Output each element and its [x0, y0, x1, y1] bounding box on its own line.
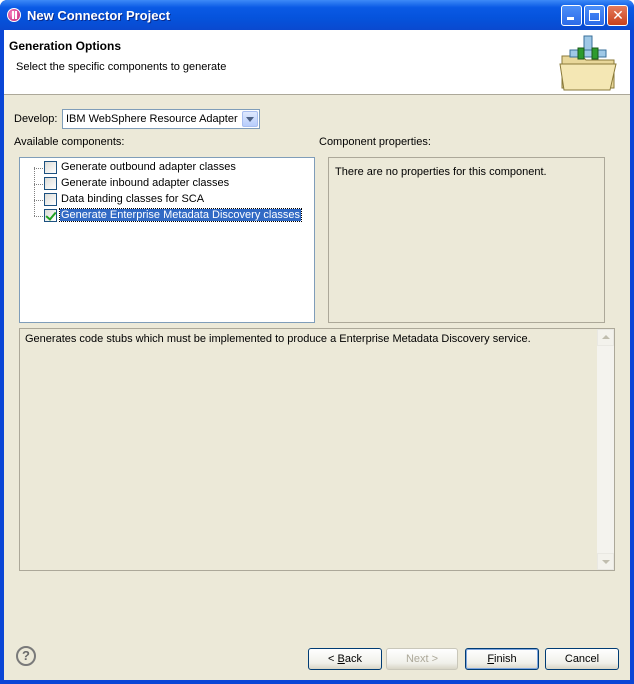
inbound-checkbox[interactable]: [44, 177, 57, 190]
finish-button[interactable]: Finish: [465, 648, 539, 670]
available-components-label: Available components:: [14, 136, 125, 148]
app-icon: [7, 8, 21, 22]
title-bar[interactable]: New Connector Project ✕: [0, 0, 634, 30]
data-binding-checkbox[interactable]: [44, 193, 57, 206]
window-title: New Connector Project: [27, 8, 171, 23]
connector-folder-icon: [559, 35, 617, 91]
wizard-header: Generation Options Select the specific c…: [4, 30, 630, 95]
dialog-window: New Connector Project ✕ Generation Optio…: [0, 0, 634, 684]
develop-select-value: IBM WebSphere Resource Adapter: [66, 113, 238, 125]
dialog-client: Generation Options Select the specific c…: [4, 30, 630, 680]
back-button-mnemonic: B: [337, 653, 345, 665]
close-icon: ✕: [612, 7, 624, 23]
page-title: Generation Options: [9, 39, 122, 53]
tree-item-outbound[interactable]: Generate outbound adapter classes: [20, 160, 310, 176]
close-button[interactable]: ✕: [607, 5, 628, 26]
description-text: Generates code stubs which must be imple…: [25, 333, 531, 345]
tree-item-inbound[interactable]: Generate inbound adapter classes: [20, 176, 310, 192]
develop-select[interactable]: IBM WebSphere Resource Adapter: [62, 109, 260, 129]
help-icon[interactable]: ?: [16, 646, 36, 666]
next-button[interactable]: Next >: [386, 648, 458, 670]
back-button-label: ack: [344, 653, 362, 665]
develop-label: Develop:: [14, 113, 58, 125]
back-button[interactable]: < Back: [308, 648, 382, 670]
tree-item-label: Generate Enterprise Metadata Discovery c…: [58, 208, 303, 222]
outbound-checkbox[interactable]: [44, 161, 57, 174]
properties-message: There are no properties for this compone…: [335, 166, 547, 178]
cancel-button[interactable]: Cancel: [545, 648, 619, 670]
tree-item-emd[interactable]: Generate Enterprise Metadata Discovery c…: [20, 208, 310, 224]
tree-item-label: Generate outbound adapter classes: [61, 161, 236, 173]
tree-item-data-binding[interactable]: Data binding classes for SCA: [20, 192, 310, 208]
maximize-icon: [589, 10, 600, 21]
description-scrollbar[interactable]: [597, 329, 614, 570]
components-tree[interactable]: Generate outbound adapter classes Genera…: [19, 157, 315, 323]
minimize-button[interactable]: [561, 5, 582, 26]
component-description-area[interactable]: Generates code stubs which must be imple…: [19, 328, 615, 571]
minimize-icon: [567, 17, 574, 20]
maximize-button[interactable]: [584, 5, 605, 26]
scroll-up-arrow[interactable]: [597, 329, 614, 346]
tree-item-label: Data binding classes for SCA: [61, 193, 205, 205]
chevron-down-icon[interactable]: [242, 111, 258, 127]
scroll-down-arrow[interactable]: [597, 553, 614, 570]
back-button-prefix: <: [328, 653, 338, 665]
page-description: Select the specific components to genera…: [16, 61, 227, 73]
component-properties-panel: There are no properties for this compone…: [328, 157, 605, 323]
tree-item-label: Generate inbound adapter classes: [61, 177, 230, 189]
component-properties-label: Component properties:: [319, 136, 431, 148]
finish-button-label: inish: [494, 653, 517, 665]
emd-checkbox[interactable]: [44, 209, 57, 222]
